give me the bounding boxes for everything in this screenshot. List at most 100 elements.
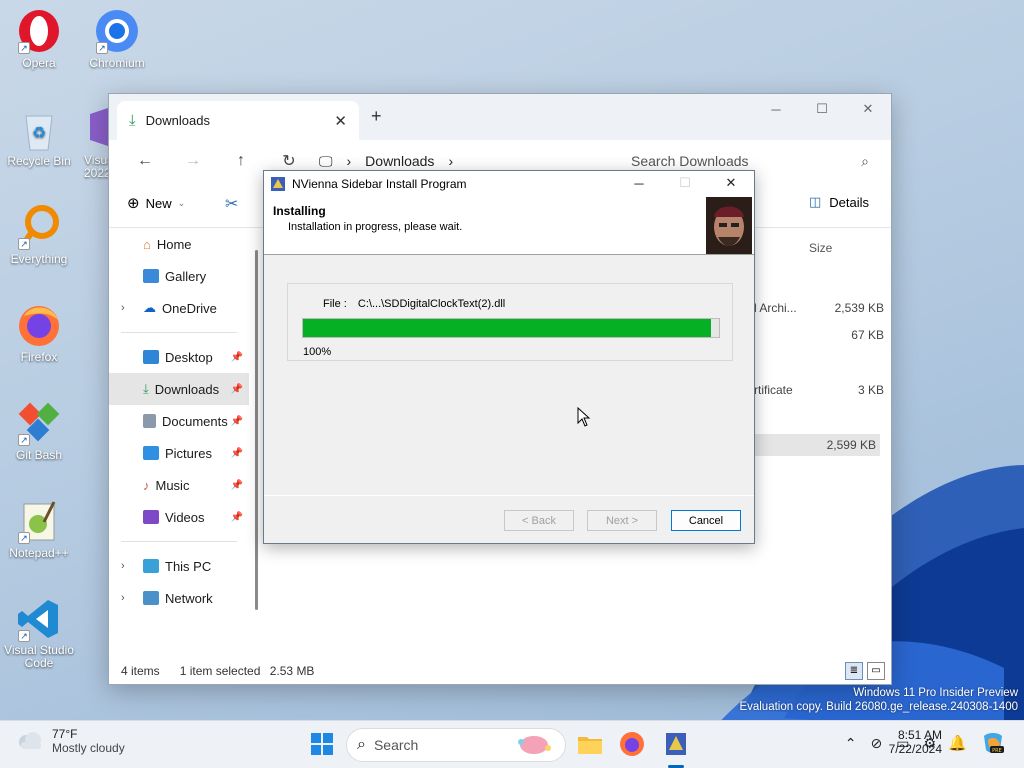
details-view-icon[interactable]: ≣ [845, 662, 863, 680]
back-arrow-icon[interactable]: ← [121, 152, 169, 170]
chevron-right-icon[interactable]: › [121, 302, 125, 314]
close-icon[interactable]: ✕ [708, 171, 754, 195]
file-row[interactable]: l Archi... 2,539 KB [754, 297, 884, 319]
breadcrumb-downloads[interactable]: Downloads [365, 153, 434, 169]
author-photo [706, 197, 752, 254]
pin-icon[interactable]: 📌 [231, 384, 243, 395]
pin-icon[interactable]: 📌 [231, 448, 243, 459]
pin-icon[interactable]: 📌 [231, 480, 243, 491]
pin-icon[interactable]: 📌 [231, 416, 243, 427]
chevron-up-icon[interactable]: ⌃ [845, 735, 857, 752]
desktop-icon-vscode[interactable]: ↗ Visual Studio Code [0, 596, 78, 670]
file-row-selected[interactable]: 2,599 KB [754, 434, 880, 456]
clock[interactable]: 8:51 AM 7/22/2024 [884, 728, 942, 756]
refresh-icon[interactable]: ↻ [265, 151, 313, 171]
view-toggle: ≣ ▭ [845, 662, 885, 680]
tab-downloads[interactable]: ⤓ Downloads ✕ [117, 101, 359, 140]
dialog-header: Installing Installation in progress, ple… [264, 197, 754, 255]
search-icon: ⌕ [357, 736, 366, 753]
desktop-icon-git-bash[interactable]: ↗ Git Bash [0, 400, 78, 462]
status-selected: 1 item selected [179, 664, 261, 678]
plus-circle-icon: ⊕ [127, 195, 140, 212]
pin-icon[interactable]: 📌 [231, 352, 243, 363]
back-button[interactable]: < Back [504, 510, 574, 531]
desktop-icon-opera[interactable]: ↗ Opera [0, 8, 78, 70]
column-header-size[interactable]: Size [809, 241, 832, 255]
desktop-icon-everything[interactable]: ↗ Everything [0, 204, 78, 266]
cancel-button[interactable]: Cancel [671, 510, 741, 531]
nav-item-music[interactable]: ♪ Music 📌 [109, 469, 249, 501]
nav-item-documents[interactable]: Documents 📌 [109, 405, 249, 437]
up-arrow-icon[interactable]: ↑ [217, 152, 265, 170]
desktop-icon-visual-studio[interactable]: Visua 2022 [66, 106, 110, 180]
chevron-right-icon[interactable]: › [121, 560, 125, 572]
firefox-icon [19, 306, 59, 346]
new-tab-button[interactable]: + [371, 106, 382, 127]
watermark-line-2: Evaluation copy. Build 26080.ge_release.… [739, 701, 1018, 713]
desktop-icon-notepad-plus-plus[interactable]: ↗ Notepad++ [0, 498, 78, 560]
nav-item-home[interactable]: ⌂ Home [109, 228, 249, 260]
close-tab-icon[interactable]: ✕ [334, 112, 347, 130]
desktop-icon-chromium[interactable]: ↗ Chromium [78, 8, 156, 70]
nav-label: Downloads [154, 381, 220, 397]
maximize-icon[interactable]: ☐ [799, 94, 845, 124]
close-icon[interactable]: ✕ [845, 94, 891, 124]
nav-item-network[interactable]: › Network [109, 582, 249, 614]
cut-icon[interactable]: ✂ [225, 194, 238, 214]
new-button[interactable]: ⊕ New ⌄ [127, 194, 185, 212]
nav-item-pictures[interactable]: Pictures 📌 [109, 437, 249, 469]
nav-label: Home [156, 236, 192, 252]
weather-widget[interactable]: 77°F Mostly cloudy [16, 727, 125, 755]
file-row[interactable]: 67 KB [754, 324, 884, 346]
cloud-icon: ☁ [143, 300, 156, 315]
new-label: New [145, 195, 172, 211]
progress-bar-fill [303, 319, 711, 337]
pictures-icon [143, 446, 159, 460]
minimize-icon[interactable]: ─ [753, 94, 799, 124]
windows-start-icon[interactable] [308, 730, 336, 758]
nav-label: Music [155, 477, 190, 493]
search-icon: ⌕ [861, 152, 869, 169]
divider [264, 495, 754, 496]
nav-label: Videos [165, 509, 205, 525]
chevron-right-icon: › [346, 153, 352, 169]
details-button[interactable]: ◫ Details [809, 194, 869, 210]
dialog-title: NVienna Sidebar Install Program [292, 177, 467, 191]
nav-label: OneDrive [162, 300, 217, 316]
taskbar-search[interactable]: ⌕ Search [346, 728, 566, 762]
nav-item-downloads[interactable]: ⤓ Downloads 📌 [109, 373, 249, 405]
file-path: C:\...\SDDigitalClockText(2).dll [357, 298, 506, 310]
clock-date: 7/22/2024 [888, 742, 942, 756]
nav-item-videos[interactable]: Videos 📌 [109, 501, 249, 533]
next-button[interactable]: Next > [587, 510, 657, 531]
forward-arrow-icon[interactable]: → [169, 152, 217, 170]
desktop-folder-icon [143, 350, 159, 364]
nav-item-gallery[interactable]: Gallery [109, 260, 249, 292]
nav-label: Pictures [165, 445, 212, 461]
minimize-icon[interactable]: ─ [616, 171, 662, 195]
weather-description: Mostly cloudy [52, 741, 125, 755]
copilot-icon[interactable]: PRE [980, 730, 1006, 756]
explorer-titlebar: ⤓ Downloads ✕ + ─ ☐ ✕ [109, 94, 891, 140]
nav-item-this-pc[interactable]: › This PC [109, 550, 249, 582]
notification-bell-icon[interactable]: 🔔 [948, 734, 967, 752]
desktop-icon-firefox[interactable]: Firefox [0, 302, 78, 364]
file-explorer-taskbar-icon[interactable] [576, 730, 604, 758]
desktop-icon-label: Visual Studio Code [4, 643, 74, 670]
nav-scrollbar[interactable] [255, 250, 258, 610]
nav-item-desktop[interactable]: Desktop 📌 [109, 341, 249, 373]
file-row[interactable]: rtificate 3 KB [754, 379, 884, 401]
os-watermark: Windows 11 Pro Insider Preview Evaluatio… [739, 686, 1018, 714]
divider [121, 332, 237, 333]
pin-icon[interactable]: 📌 [231, 512, 243, 523]
file-size: 2,539 KB [834, 301, 884, 315]
chevron-right-icon[interactable]: › [121, 592, 125, 604]
tiles-view-icon[interactable]: ▭ [867, 662, 885, 680]
firefox-taskbar-icon[interactable] [618, 730, 646, 758]
search-input[interactable]: Search Downloads [631, 153, 749, 169]
network-offline-icon[interactable]: ⊘ [870, 735, 882, 752]
installer-taskbar-icon[interactable] [662, 730, 690, 758]
svg-text:PRE: PRE [992, 748, 1002, 754]
nav-item-onedrive[interactable]: › ☁ OneDrive [109, 292, 249, 324]
taskbar: 77°F Mostly cloudy ⌕ Search ⌃ ⊘ ▭ ⚙ 8:51… [0, 720, 1024, 768]
